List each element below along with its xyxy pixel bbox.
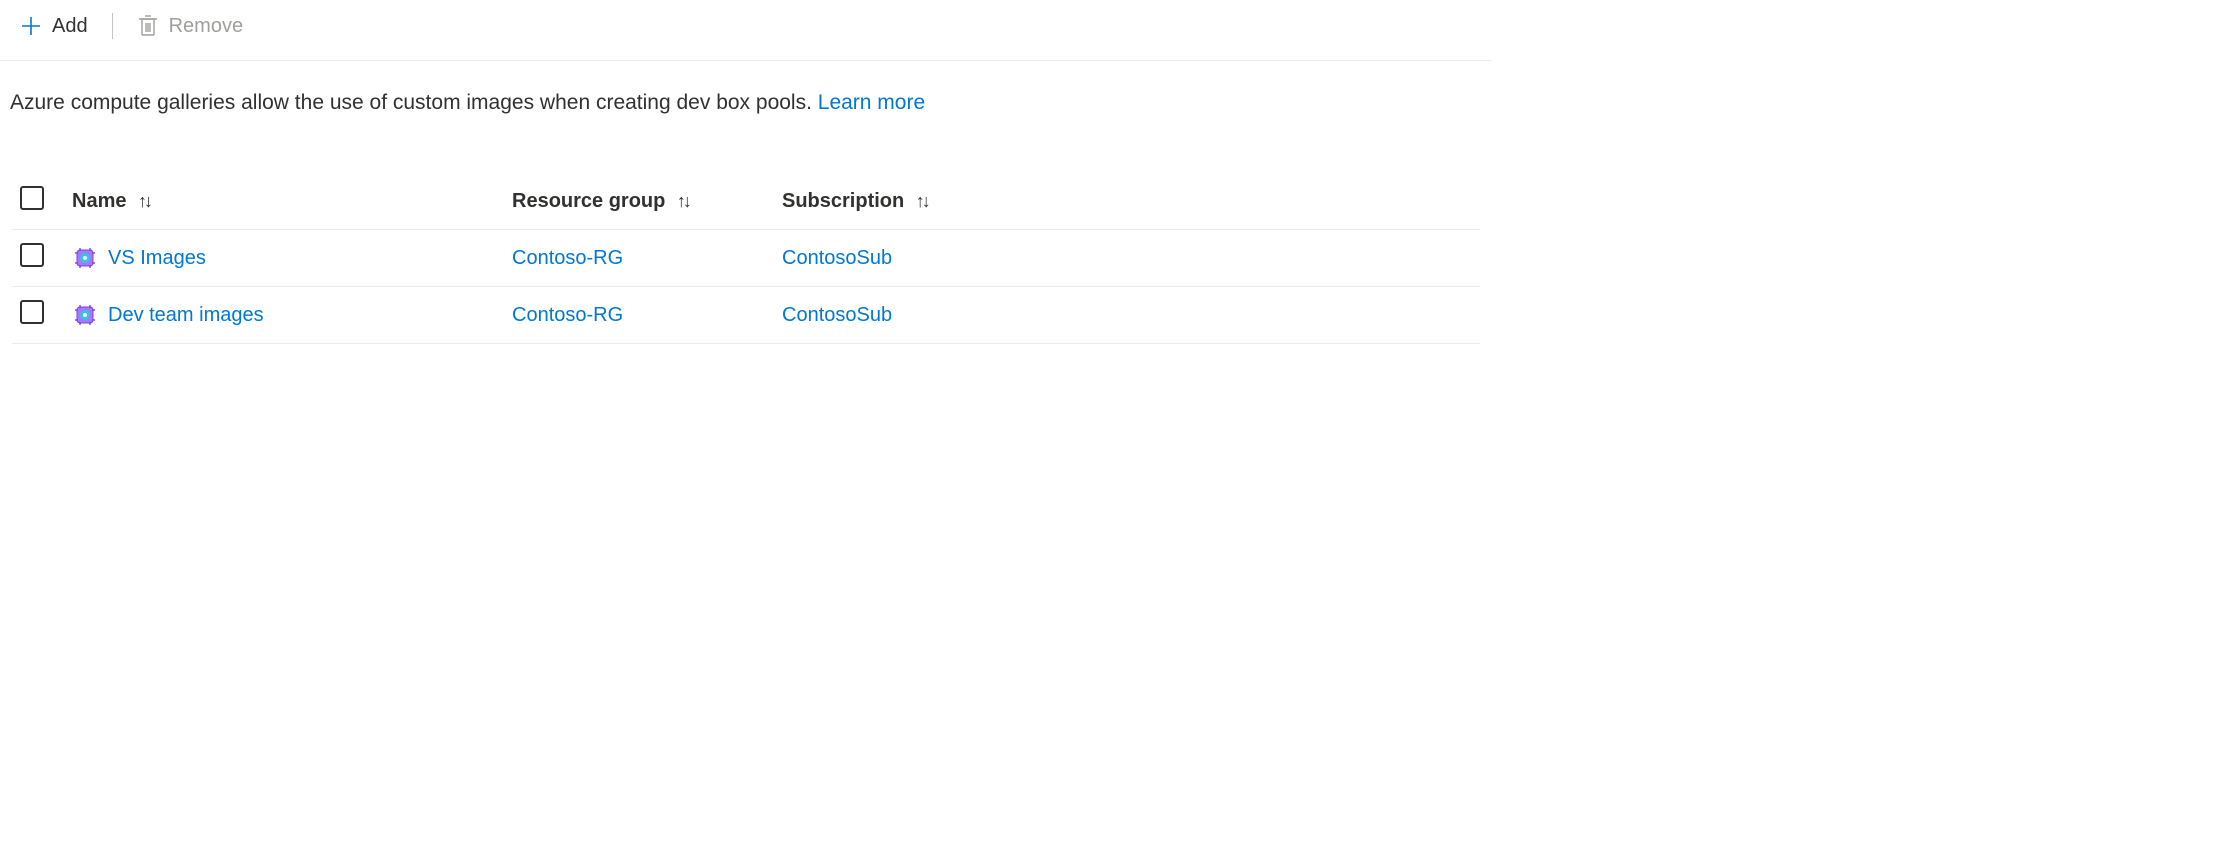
- learn-more-link[interactable]: Learn more: [818, 91, 925, 114]
- add-button-label: Add: [52, 15, 88, 38]
- row-subscription-cell: ContosoSub: [774, 230, 1480, 287]
- row-checkbox-cell: [12, 230, 64, 287]
- remove-button[interactable]: Remove: [131, 10, 249, 42]
- gallery-name-link[interactable]: VS Images: [108, 247, 206, 270]
- column-header-subscription[interactable]: Subscription ↑↓: [774, 173, 1480, 230]
- select-all-header: [12, 173, 64, 230]
- gallery-icon: [72, 245, 98, 271]
- subscription-link[interactable]: ContosoSub: [782, 247, 892, 269]
- row-subscription-cell: ContosoSub: [774, 287, 1480, 344]
- description-body: Azure compute galleries allow the use of…: [10, 91, 818, 114]
- row-checkbox[interactable]: [20, 300, 44, 324]
- add-button[interactable]: Add: [14, 11, 94, 42]
- column-header-name-label: Name: [72, 190, 126, 212]
- sort-icon: ↑↓: [677, 191, 689, 211]
- plus-icon: [20, 15, 42, 37]
- row-resource-group-cell: Contoso-RG: [504, 287, 774, 344]
- trash-icon: [137, 14, 159, 38]
- toolbar-divider: [112, 13, 113, 39]
- gallery-name-link[interactable]: Dev team images: [108, 304, 264, 327]
- row-name-cell: VS Images: [64, 230, 504, 287]
- gallery-icon: [72, 302, 98, 328]
- subscription-link[interactable]: ContosoSub: [782, 304, 892, 326]
- remove-button-label: Remove: [169, 15, 243, 38]
- row-name-cell: Dev team images: [64, 287, 504, 344]
- table-header-row: Name ↑↓ Resource group ↑↓ Subscription ↑…: [12, 173, 1480, 230]
- row-checkbox-cell: [12, 287, 64, 344]
- galleries-table-wrap: Name ↑↓ Resource group ↑↓ Subscription ↑…: [0, 173, 1492, 344]
- row-checkbox[interactable]: [20, 243, 44, 267]
- resource-group-link[interactable]: Contoso-RG: [512, 304, 623, 326]
- row-resource-group-cell: Contoso-RG: [504, 230, 774, 287]
- toolbar: Add Remove: [0, 0, 1492, 61]
- table-row: Dev team images Contoso-RG ContosoSub: [12, 287, 1480, 344]
- sort-icon: ↑↓: [138, 191, 150, 211]
- column-header-name[interactable]: Name ↑↓: [64, 173, 504, 230]
- resource-group-link[interactable]: Contoso-RG: [512, 247, 623, 269]
- column-header-resource-group[interactable]: Resource group ↑↓: [504, 173, 774, 230]
- column-header-rg-label: Resource group: [512, 190, 665, 212]
- column-header-sub-label: Subscription: [782, 190, 904, 212]
- table-row: VS Images Contoso-RG ContosoSub: [12, 230, 1480, 287]
- galleries-table: Name ↑↓ Resource group ↑↓ Subscription ↑…: [12, 173, 1480, 344]
- sort-icon: ↑↓: [916, 191, 928, 211]
- description-text: Azure compute galleries allow the use of…: [0, 61, 1492, 115]
- select-all-checkbox[interactable]: [20, 186, 44, 210]
